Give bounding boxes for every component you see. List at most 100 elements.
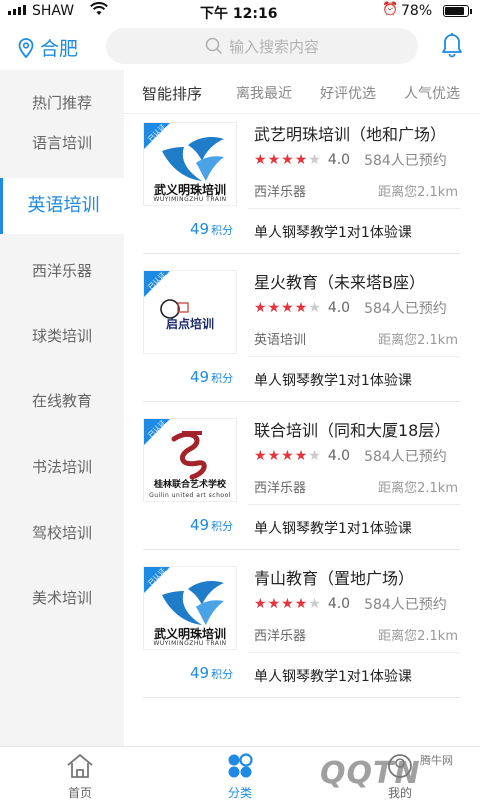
star-icon: ★ xyxy=(281,300,294,316)
sidebar-item-western-instruments[interactable]: 西洋乐器 xyxy=(0,260,124,281)
deal-title[interactable]: 单人钢琴教学1对1体验课 xyxy=(254,666,412,686)
card-divider xyxy=(143,401,460,402)
star-icon: ★ xyxy=(267,448,281,464)
status-bar: SHAW 下午 12:16 ⏰ 78% xyxy=(0,0,480,22)
rating-stars: ★ ★ ★ ★ ★ 4.0 584人已预约 xyxy=(254,298,447,318)
listing-distance: 距离您2.1km xyxy=(378,185,458,200)
deal-title[interactable]: 单人钢琴教学1对1体验课 xyxy=(254,518,412,538)
card-divider xyxy=(143,549,460,550)
star-icon: ★ xyxy=(308,596,321,612)
watermark-logo: QQTN xyxy=(320,756,421,791)
star-icon: ★ xyxy=(267,152,281,168)
search-icon xyxy=(205,37,223,55)
listing-category: 英语培训 xyxy=(254,333,307,348)
listing-logo: 桂林联合艺术学校 Guilin united art school 已认证 xyxy=(143,418,237,502)
points-unit: 积分 xyxy=(211,224,234,237)
listing-name[interactable]: 联合培训（同和大厦18层） xyxy=(254,417,450,441)
star-icon: ★ xyxy=(308,152,321,168)
booking-count: 584人已预约 xyxy=(364,449,447,465)
star-icon: ★ xyxy=(294,448,308,464)
listing-category: 西洋乐器 xyxy=(254,185,307,200)
star-icon: ★ xyxy=(308,300,321,316)
listing-category: 西洋乐器 xyxy=(254,629,307,644)
sidebar-item-hot[interactable]: 热门推荐 xyxy=(0,92,124,113)
points-price: 49 积分 xyxy=(190,516,234,534)
points-unit: 积分 xyxy=(211,520,234,533)
star-icon: ★ xyxy=(308,448,321,464)
points-unit: 积分 xyxy=(211,668,234,681)
booking-count: 584人已预约 xyxy=(364,597,447,613)
listing-name[interactable]: 武艺明珠培训（地和广场） xyxy=(254,121,446,145)
clock: 下午 12:16 xyxy=(200,6,278,22)
logo-text: 桂林联合艺术学校 xyxy=(153,480,226,490)
carrier-label: SHAW xyxy=(32,3,75,19)
watermark-label: 腾牛网 xyxy=(420,754,453,767)
listing-distance: 距离您2.1km xyxy=(378,629,458,644)
sidebar-item-driving-school[interactable]: 驾校培训 xyxy=(0,522,124,543)
listing-name[interactable]: 青山教育（置地广场） xyxy=(254,565,414,589)
sidebar-item-ball-sports[interactable]: 球类培训 xyxy=(0,325,124,346)
sidebar-item-calligraphy[interactable]: 书法培训 xyxy=(0,456,124,477)
sidebar-item-art[interactable]: 美术培训 xyxy=(0,587,124,608)
star-icon: ★ xyxy=(254,448,267,464)
star-icon: ★ xyxy=(294,596,308,612)
star-icon: ★ xyxy=(254,152,267,168)
star-icon: ★ xyxy=(281,448,294,464)
sort-tab-top-rated[interactable]: 好评优选 xyxy=(320,83,376,103)
listing-card[interactable]: 武义明珠培训 WUYIMINGZHU TRAIN 已认证 武艺明珠培训（地和广场… xyxy=(124,114,480,254)
booking-count: 584人已预约 xyxy=(364,301,447,317)
listing-card[interactable]: 桂林联合艺术学校 Guilin united art school 已认证 联合… xyxy=(124,410,480,550)
location-pin-icon xyxy=(18,37,34,58)
tab-category[interactable]: 分类 xyxy=(210,753,270,800)
star-icon: ★ xyxy=(267,596,281,612)
rating-value: 4.0 xyxy=(327,448,351,464)
star-icon: ★ xyxy=(294,152,308,168)
rating-value: 4.0 xyxy=(327,300,351,316)
listing-card[interactable]: 启点培训 已认证 星火教育（未来塔B座） ★ ★ ★ ★ ★ 4.0 584人已预约 英… xyxy=(124,262,480,402)
city-selector[interactable]: 合肥 xyxy=(18,34,78,61)
tab-home[interactable]: 首页 xyxy=(50,753,110,800)
sort-tab-nearest[interactable]: 离我最近 xyxy=(236,83,292,103)
sidebar-item-language[interactable]: 语言培训 xyxy=(0,132,124,153)
listing-logo: 武义明珠培训 WUYIMINGZHU TRAIN 已认证 xyxy=(143,566,237,650)
points-price: 49 积分 xyxy=(190,664,234,682)
sort-tab-smart[interactable]: 智能排序 xyxy=(142,83,202,104)
deal-title[interactable]: 单人钢琴教学1对1体验课 xyxy=(254,370,412,390)
star-icon: ★ xyxy=(254,300,267,316)
card-divider xyxy=(143,253,460,254)
rating-value: 4.0 xyxy=(327,596,351,612)
wifi-icon xyxy=(90,2,108,20)
category-sidebar: 热门推荐 语言培训 英语培训 西洋乐器 球类培训 在线教育 书法培训 驾校培训 … xyxy=(0,70,124,746)
alarm-icon: ⏰ xyxy=(382,2,399,17)
rating-stars: ★ ★ ★ ★ ★ 4.0 584人已预约 xyxy=(254,446,447,466)
divider xyxy=(248,208,460,209)
sort-tab-popular[interactable]: 人气优选 xyxy=(404,83,460,103)
rating-stars: ★ ★ ★ ★ ★ 4.0 584人已预约 xyxy=(254,594,447,614)
listing-logo: 启点培训 已认证 xyxy=(143,270,237,354)
logo-subtext: Guilin united art school xyxy=(149,492,231,499)
home-icon xyxy=(67,753,93,778)
notification-bell-icon[interactable] xyxy=(440,32,464,62)
search-placeholder: 输入搜索内容 xyxy=(228,37,319,56)
points-unit: 积分 xyxy=(211,372,234,385)
listing-name[interactable]: 星火教育（未来塔B座） xyxy=(254,269,425,293)
city-label: 合肥 xyxy=(40,38,79,60)
search-input[interactable]: 输入搜索内容 xyxy=(106,28,418,64)
star-icon: ★ xyxy=(281,152,294,168)
deal-title[interactable]: 单人钢琴教学1对1体验课 xyxy=(254,222,412,242)
signal-icon xyxy=(8,5,26,15)
tab-category-label: 分类 xyxy=(227,786,252,800)
divider xyxy=(248,356,460,357)
listing-card[interactable]: 武义明珠培训 WUYIMINGZHU TRAIN 已认证 青山教育（置地广场） … xyxy=(124,558,480,698)
points-price: 49 积分 xyxy=(190,368,234,386)
sidebar-item-online-education[interactable]: 在线教育 xyxy=(0,390,124,411)
sidebar-item-english[interactable]: 英语培训 xyxy=(0,178,124,234)
battery-percent: 78% xyxy=(401,3,433,19)
top-header: 合肥 输入搜索内容 xyxy=(0,22,480,70)
star-icon: ★ xyxy=(254,596,267,612)
listing-distance: 距离您2.1km xyxy=(378,333,458,348)
card-divider xyxy=(143,697,460,698)
points-price: 49 积分 xyxy=(190,220,234,238)
divider xyxy=(248,504,460,505)
booking-count: 584人已预约 xyxy=(364,153,447,169)
